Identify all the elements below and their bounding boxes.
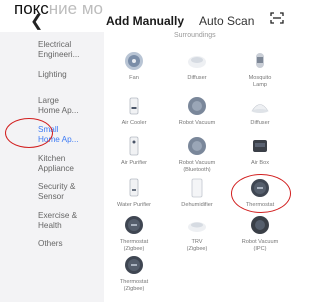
device-robot-vacuum-ipc[interactable]: Robot Vacuum (IPC) [231, 214, 289, 252]
device-label: Robot Vacuum [178, 120, 216, 126]
device-thermostat-zigbee[interactable]: Thermostat (Zigbee) [105, 214, 163, 252]
device-grid: Surroundings Fan Diffuser Mosquito Lamp … [104, 32, 291, 302]
robot-vacuum-icon [188, 97, 206, 115]
device-thermostat-zigbee-2[interactable]: Thermostat (Zigbee) [105, 254, 163, 292]
device-trv-zigbee[interactable]: TRV (Zigbee) [168, 214, 226, 252]
dehumidifier-icon [191, 178, 203, 198]
device-air-box[interactable]: Air Box [231, 135, 289, 167]
sidebar-item-kitchen[interactable]: Kitchen Appliance [38, 154, 74, 173]
sidebar-item-others[interactable]: Others [38, 239, 63, 249]
thermostat-icon [125, 256, 143, 274]
fan-icon [125, 52, 143, 70]
device-label: Air Box [250, 160, 270, 166]
section-label: Surroundings [174, 32, 216, 39]
device-fan[interactable]: Fan [105, 50, 163, 82]
device-label: Air Purifier [120, 160, 148, 166]
caption-text: поксние мо [14, 0, 104, 18]
sidebar-item-electrical[interactable]: Electrical Engineeri... [38, 40, 79, 59]
device-label: TRV (Zigbee) [186, 239, 208, 252]
air-purifier-icon [129, 136, 139, 156]
device-label: Dehumidifier [181, 202, 213, 208]
tab-add-manually[interactable]: Add Manually [106, 14, 184, 28]
device-label: Diffuser [187, 75, 207, 81]
device-mosquito-lamp[interactable]: Mosquito Lamp [231, 50, 289, 88]
device-air-cooler[interactable]: Air Cooler [105, 95, 163, 127]
device-air-purifier[interactable]: Air Purifier [105, 135, 163, 167]
device-label: Water Purifier [117, 202, 151, 208]
robot-vacuum-icon [188, 137, 206, 155]
trv-icon [188, 222, 206, 232]
scan-frame-icon[interactable] [270, 12, 284, 24]
device-diffuser-2[interactable]: Diffuser [231, 95, 289, 127]
device-label: Robot Vacuum (IPC) [241, 239, 279, 252]
air-cooler-icon [129, 97, 139, 115]
annotation-oval-small-home [5, 118, 53, 148]
device-label: Thermostat (Zigbee) [119, 239, 149, 252]
device-robot-vacuum-bluetooth[interactable]: Robot Vacuum (Bluetooth) [168, 135, 226, 173]
robot-vacuum-icon [251, 216, 269, 234]
device-label: Mosquito Lamp [248, 75, 272, 88]
diffuser-icon [251, 104, 269, 113]
tab-auto-scan[interactable]: Auto Scan [199, 14, 254, 28]
device-dehumidifier[interactable]: Dehumidifier [168, 177, 226, 209]
device-robot-vacuum[interactable]: Robot Vacuum [168, 95, 226, 127]
water-purifier-icon [129, 178, 139, 197]
device-label: Robot Vacuum (Bluetooth) [178, 160, 216, 173]
sidebar-item-security[interactable]: Security & Sensor [38, 182, 75, 201]
category-sidebar: Electrical Engineeri... Lighting Large H… [0, 32, 104, 302]
device-water-purifier[interactable]: Water Purifier [105, 177, 163, 209]
device-label: Air Cooler [121, 120, 147, 126]
device-label: Thermostat (Zigbee) [119, 279, 149, 292]
sidebar-item-lighting[interactable]: Lighting [38, 70, 67, 80]
diffuser-icon [188, 56, 206, 68]
annotation-oval-thermostat [231, 174, 291, 213]
device-label: Diffuser [250, 120, 270, 126]
device-label: Fan [129, 75, 139, 81]
mosquito-lamp-icon [256, 53, 264, 68]
sidebar-item-large-home[interactable]: Large Home Ap... [38, 96, 79, 115]
thermostat-icon [125, 216, 143, 234]
air-box-icon [253, 140, 267, 152]
device-diffuser[interactable]: Diffuser [168, 50, 226, 82]
sidebar-item-exercise[interactable]: Exercise & Health [38, 211, 77, 230]
